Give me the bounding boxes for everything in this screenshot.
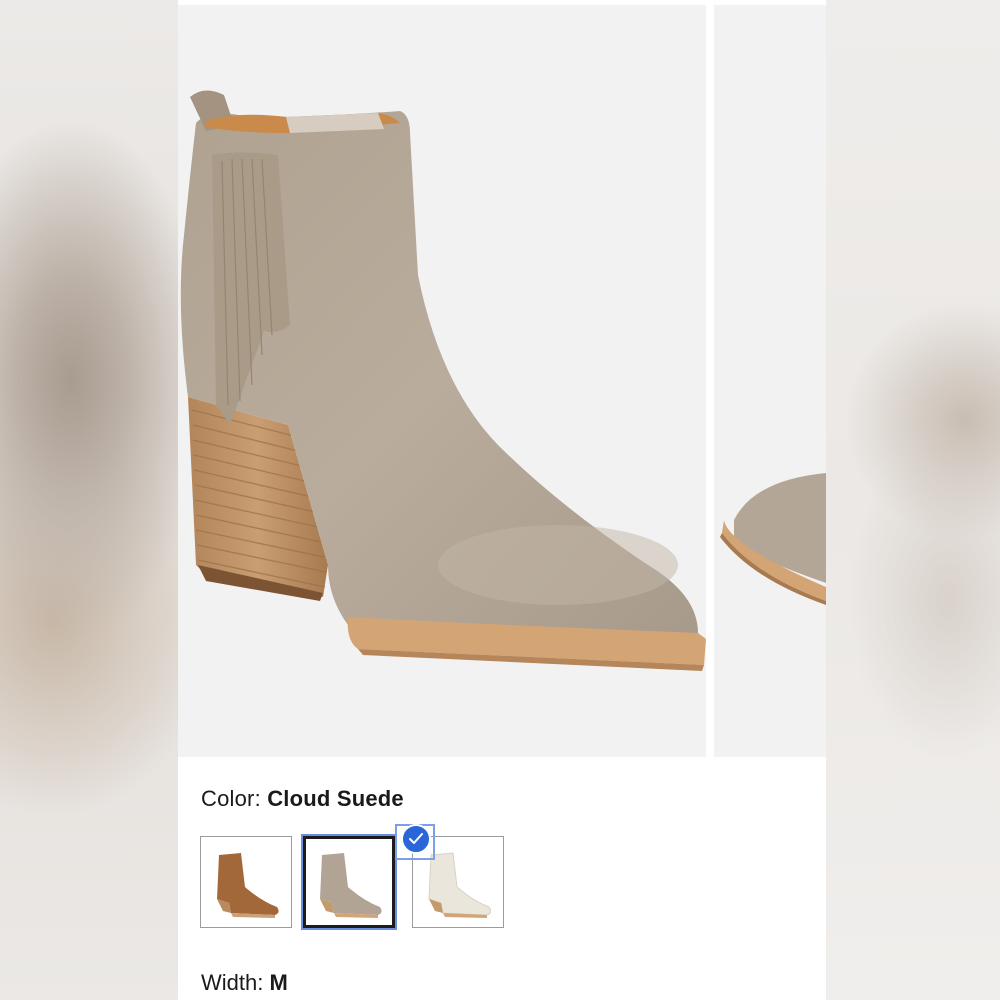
swatch-cognac[interactable]	[200, 836, 292, 928]
product-page: Color: Cloud Suede Width: M	[178, 0, 826, 1000]
width-label: Width: M	[201, 970, 288, 996]
swatch-cognac-image	[217, 853, 279, 918]
color-label: Color: Cloud Suede	[201, 786, 404, 812]
product-image-gallery[interactable]	[178, 5, 826, 757]
selected-color-name: Cloud Suede	[267, 786, 404, 811]
selected-check-badge	[401, 824, 431, 854]
blurred-backdrop-right	[826, 0, 1000, 1000]
ankle-boot-image-alt	[720, 473, 826, 605]
ankle-boot-image	[180, 90, 706, 671]
swatch-cloud-suede[interactable]	[301, 834, 397, 930]
swatch-cloud-suede-image	[320, 853, 382, 918]
product-image-main[interactable]	[178, 5, 706, 757]
width-label-text: Width:	[201, 970, 264, 995]
selected-width-value: M	[269, 970, 288, 995]
checkmark-icon	[409, 833, 423, 844]
blurred-backdrop-left	[0, 0, 178, 1000]
product-image-next[interactable]	[714, 5, 826, 757]
color-swatch-list	[200, 824, 520, 932]
color-label-text: Color:	[201, 786, 261, 811]
